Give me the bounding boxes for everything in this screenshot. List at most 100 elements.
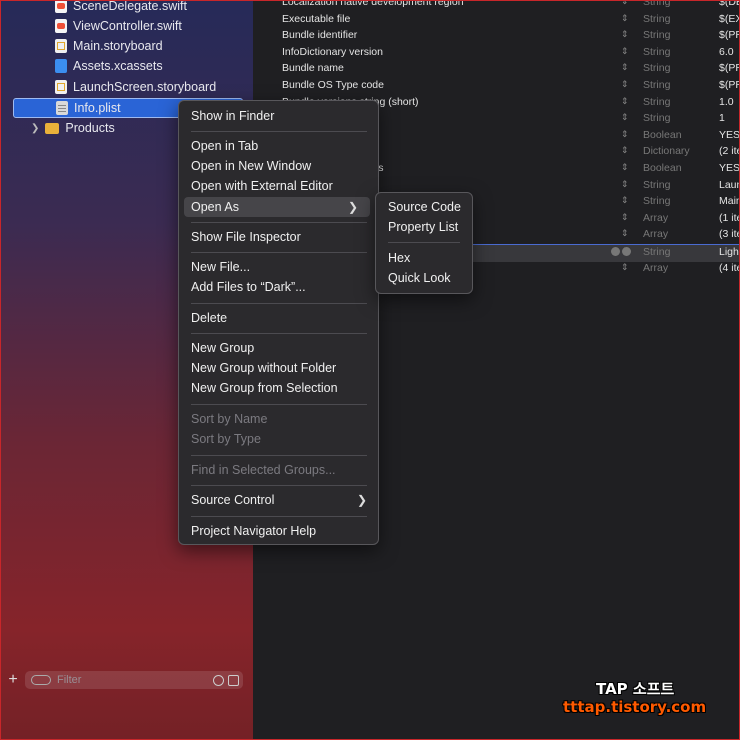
type-stepper-icon[interactable]: ⇕ [621, 1, 629, 7]
plist-row[interactable]: Bundle identifier ⇕ String $(PR [253, 28, 739, 45]
plist-value[interactable]: (4 ite [719, 262, 739, 274]
menu-item-show-in-finder[interactable]: Show in Finder [191, 109, 274, 123]
plist-type[interactable]: String [643, 29, 670, 41]
type-stepper-icon[interactable]: ⇕ [621, 13, 629, 24]
plist-type[interactable]: String [643, 1, 670, 8]
plist-value[interactable]: $(EX [719, 13, 739, 25]
plist-value[interactable]: (3 ite [719, 228, 739, 240]
submenu-item-quick-look[interactable]: Quick Look [388, 271, 451, 285]
submenu-item-source-code[interactable]: Source Code [388, 200, 461, 214]
menu-item-new-file[interactable]: New File... [191, 260, 250, 274]
plist-type[interactable]: Dictionary [643, 145, 690, 157]
asset-catalog-icon [55, 59, 67, 73]
add-icon[interactable]: + [1, 671, 25, 689]
plist-value[interactable]: 1 [719, 112, 725, 124]
filter-icon[interactable] [31, 675, 51, 685]
menu-item-source-control[interactable]: Source Control ❯ [191, 493, 367, 507]
plist-type[interactable]: String [643, 13, 670, 25]
plist-value[interactable]: 1.0 [719, 96, 734, 108]
menu-item-delete[interactable]: Delete [191, 311, 227, 325]
source-control-filter-icon[interactable] [228, 674, 239, 686]
remove-row-icon[interactable] [622, 247, 631, 256]
type-stepper-icon[interactable]: ⇕ [621, 195, 629, 206]
type-stepper-icon[interactable]: ⇕ [621, 46, 629, 57]
plist-type[interactable]: String [643, 62, 670, 74]
menu-item-project-navigator-help[interactable]: Project Navigator Help [191, 524, 316, 538]
menu-item-show-file-inspector[interactable]: Show File Inspector [191, 230, 301, 244]
type-stepper-icon[interactable]: ⇕ [621, 29, 629, 40]
menu-item-open-in-tab[interactable]: Open in Tab [191, 139, 258, 153]
plist-key: InfoDictionary version [282, 45, 383, 58]
plist-type[interactable]: String [643, 96, 670, 108]
plist-value[interactable]: (1 ite [719, 212, 739, 224]
filter-placeholder: Filter [57, 674, 82, 686]
add-row-icon[interactable] [611, 247, 620, 256]
open-as-submenu: Source Code Property List Hex Quick Look [375, 192, 473, 294]
plist-value[interactable]: 6.0 [719, 46, 734, 58]
menu-item-new-group-without-folder[interactable]: New Group without Folder [191, 361, 336, 375]
type-stepper-icon[interactable]: ⇕ [621, 129, 629, 140]
plist-type[interactable]: Array [643, 228, 668, 240]
filter-field[interactable]: Filter [25, 671, 243, 689]
type-stepper-icon[interactable]: ⇕ [621, 79, 629, 90]
plist-type[interactable]: Boolean [643, 162, 682, 174]
menu-separator [191, 303, 367, 304]
plist-type[interactable]: String [643, 195, 670, 207]
menu-item-open-in-new-window[interactable]: Open in New Window [191, 159, 311, 173]
plist-row[interactable]: Bundle name ⇕ String $(PR [253, 61, 739, 78]
type-stepper-icon[interactable]: ⇕ [621, 112, 629, 123]
plist-row[interactable]: Bundle OS Type code ⇕ String $(PR [253, 78, 739, 95]
plist-type[interactable]: String [643, 112, 670, 124]
menu-item-open-as[interactable]: Open As ❯ [184, 197, 370, 217]
menu-separator [191, 131, 367, 132]
plist-type[interactable]: String [643, 246, 670, 258]
swift-file-icon [55, 1, 67, 13]
plist-row[interactable]: Localization native development region ⇕ S… [253, 1, 739, 12]
file-label: ViewController.swift [73, 19, 182, 33]
type-stepper-icon[interactable]: ⇕ [621, 228, 629, 239]
plist-type[interactable]: Array [643, 212, 668, 224]
plist-row[interactable]: Executable file ⇕ String $(EX [253, 12, 739, 29]
submenu-chevron-icon: ❯ [347, 200, 358, 214]
type-stepper-icon[interactable]: ⇕ [621, 262, 629, 273]
type-stepper-icon[interactable]: ⇕ [621, 162, 629, 173]
plist-row[interactable]: InfoDictionary version ⇕ String 6.0 [253, 45, 739, 62]
folder-icon [45, 122, 60, 134]
type-stepper-icon[interactable]: ⇕ [621, 62, 629, 73]
type-stepper-icon[interactable]: ⇕ [621, 145, 629, 156]
submenu-item-hex[interactable]: Hex [388, 251, 410, 265]
plist-value[interactable]: Main [719, 195, 739, 207]
plist-value[interactable]: $(DE [719, 1, 739, 8]
menu-item-open-with-external-editor[interactable]: Open with External Editor [191, 179, 333, 193]
plist-type[interactable]: Boolean [643, 129, 682, 141]
plist-value[interactable]: $(PR [719, 62, 739, 74]
plist-value[interactable]: Ligh [719, 246, 739, 258]
menu-separator [191, 485, 367, 486]
plist-type[interactable]: String [643, 179, 670, 191]
menu-item-new-group-from-selection[interactable]: New Group from Selection [191, 381, 338, 395]
plist-value[interactable]: $(PR [719, 79, 739, 91]
file-label: Products [65, 121, 115, 135]
plist-value[interactable]: YES [719, 162, 739, 174]
type-stepper-icon[interactable]: ⇕ [621, 212, 629, 223]
plist-value[interactable]: (2 ite [719, 145, 739, 157]
recent-files-icon[interactable] [213, 674, 224, 686]
file-label: SceneDelegate.swift [73, 0, 187, 13]
navigator-filter-bar: + Filter [1, 667, 253, 693]
file-label: LaunchScreen.storyboard [73, 80, 217, 94]
menu-item-new-group[interactable]: New Group [191, 341, 254, 355]
plist-value[interactable]: Laun [719, 179, 739, 191]
disclosure-chevron-icon[interactable]: ❯ [31, 123, 39, 134]
submenu-item-property-list[interactable]: Property List [388, 220, 458, 234]
window: SceneDelegate.swift ViewController.swift… [0, 0, 740, 740]
plist-type[interactable]: String [643, 79, 670, 91]
plist-value[interactable]: YES [719, 129, 739, 141]
type-stepper-icon[interactable]: ⇕ [621, 96, 629, 107]
plist-value[interactable]: $(PR [719, 29, 739, 41]
plist-type[interactable]: Array [643, 262, 668, 274]
plist-type[interactable]: String [643, 46, 670, 58]
menu-separator [191, 455, 367, 456]
menu-item-add-files[interactable]: Add Files to “Dark”... [191, 280, 306, 294]
add-remove-controls [609, 247, 631, 256]
type-stepper-icon[interactable]: ⇕ [621, 179, 629, 190]
